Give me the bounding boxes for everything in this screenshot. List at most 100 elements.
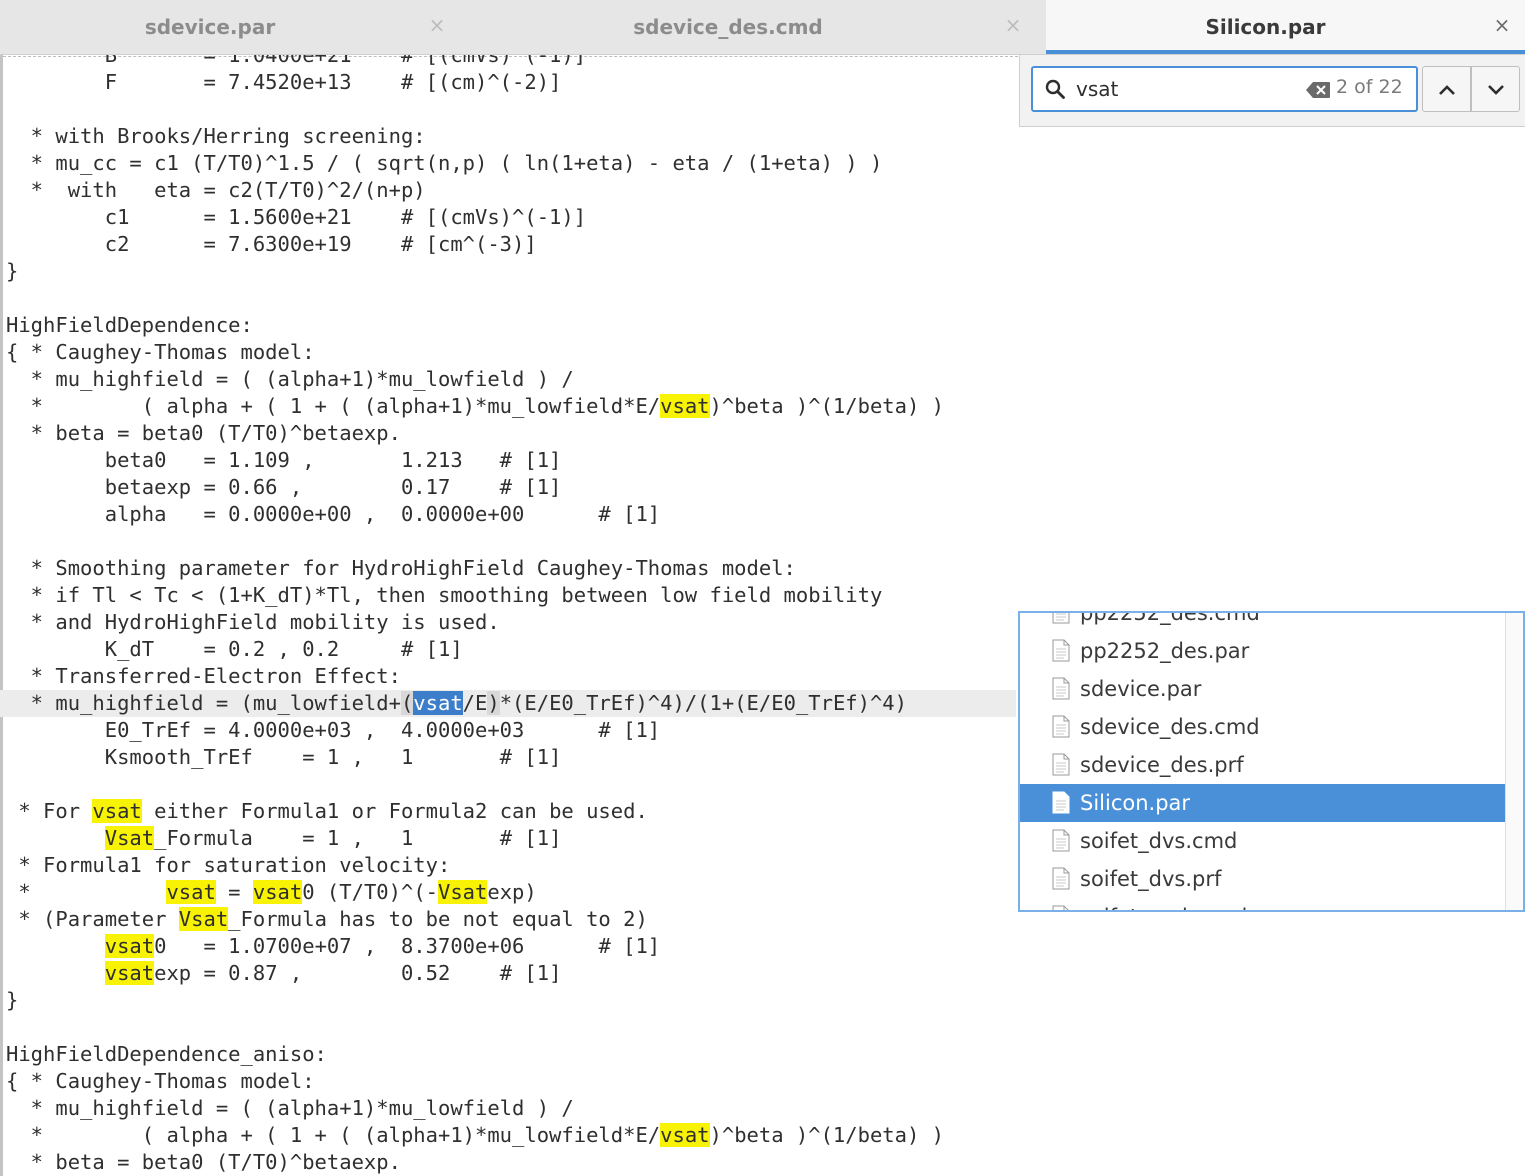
code-line[interactable]: * mu_highfield = ( (alpha+1)*mu_lowfield… — [6, 1095, 1016, 1122]
document-list-item[interactable]: sdevice_des.cmd — [1020, 708, 1508, 746]
close-icon[interactable]: × — [426, 14, 448, 36]
code-line[interactable]: * ( alpha + ( 1 + ( (alpha+1)*mu_lowfiel… — [6, 1122, 1016, 1149]
code-line[interactable]: * and HydroHighField mobility is used. — [6, 609, 1016, 636]
matching-bracket: ) — [487, 691, 500, 715]
code-line[interactable]: * mu_highfield = ( (alpha+1)*mu_lowfield… — [6, 366, 1016, 393]
document-list-item-label: soifet_mob.cmd — [1080, 898, 1247, 910]
code-line[interactable]: B = 1.0400e+21 # [(cmVs)^(-1)] — [6, 55, 1016, 69]
code-line[interactable]: * mu_highfield = (mu_lowfield+(vsat/E)*(… — [0, 690, 1016, 717]
document-list-item[interactable]: sdevice.par — [1020, 670, 1508, 708]
code-text: * Transferred-Electron Effect: — [6, 664, 401, 688]
code-line[interactable]: Vsat_Formula = 1 , 1 # [1] — [6, 825, 1016, 852]
code-line[interactable]: K_dT = 0.2 , 0.2 # [1] — [6, 636, 1016, 663]
code-line[interactable]: F = 7.4520e+13 # [(cm)^(-2)] — [6, 69, 1016, 96]
code-text: )^beta )^(1/beta) ) — [709, 1123, 945, 1147]
tab-label[interactable]: sdevice_des.cmd — [460, 0, 996, 54]
code-line[interactable]: { * Caughey-Thomas model: — [6, 339, 1016, 366]
code-line[interactable] — [6, 96, 1016, 123]
code-line[interactable] — [6, 285, 1016, 312]
code-text: } — [6, 259, 19, 283]
code-line[interactable]: * with Brooks/Herring screening: — [6, 123, 1016, 150]
code-line[interactable]: vsatexp = 0.87 , 0.52 # [1] — [6, 960, 1016, 987]
tab-label[interactable]: Silicon.par — [1046, 0, 1485, 54]
code-text: { * Caughey-Thomas model: — [6, 340, 315, 364]
search-match: vsat — [252, 880, 303, 904]
next-match-button[interactable] — [1471, 66, 1520, 112]
search-match: Vsat — [178, 907, 229, 931]
code-text: * mu_cc = c1 (T/T0)^1.5 / ( sqrt(n,p) ( … — [6, 151, 883, 175]
code-text: exp) — [487, 880, 537, 904]
document-list-item[interactable]: soifet_dvs.prf — [1020, 860, 1508, 898]
document-icon — [1052, 829, 1070, 852]
code-line[interactable]: c2 = 7.6300e+19 # [cm^(-3)] — [6, 231, 1016, 258]
code-line[interactable]: * (Parameter Vsat_Formula has to be not … — [6, 906, 1016, 933]
code-line[interactable]: * if Tl < Tc < (1+K_dT)*Tl, then smoothi… — [6, 582, 1016, 609]
find-bar: 2 of 22 — [1019, 55, 1525, 127]
code-text: * (Parameter — [6, 907, 179, 931]
search-match: vsat — [104, 961, 155, 985]
code-line[interactable]: betaexp = 0.66 , 0.17 # [1] — [6, 474, 1016, 501]
code-text: c2 = 7.6300e+19 # [cm^(-3)] — [6, 232, 537, 256]
document-list-item-label: pp2252_des.cmd — [1080, 611, 1260, 625]
code-text: * with Brooks/Herring screening: — [6, 124, 426, 148]
code-text: * with eta = c2(T/T0)^2/(n+p) — [6, 178, 426, 202]
code-text: * Formula1 for saturation velocity: — [6, 853, 451, 877]
scrollbar[interactable] — [1505, 613, 1523, 910]
code-line[interactable]: * beta = beta0 (T/T0)^betaexp. — [6, 1149, 1016, 1176]
find-field[interactable]: 2 of 22 — [1031, 66, 1418, 112]
code-line[interactable]: * ( alpha + ( 1 + ( (alpha+1)*mu_lowfiel… — [6, 393, 1016, 420]
code-line[interactable] — [6, 1014, 1016, 1041]
document-list-item[interactable]: soifet_mob.cmd — [1020, 898, 1508, 910]
code-line[interactable]: * Transferred-Electron Effect: — [6, 663, 1016, 690]
document-list-item-label: soifet_dvs.cmd — [1080, 829, 1238, 853]
tab-sdevice-par[interactable]: sdevice.par × — [0, 0, 460, 54]
document-icon — [1052, 905, 1069, 910]
code-line[interactable]: { * Caughey-Thomas model: — [6, 1068, 1016, 1095]
code-text: beta0 = 1.109 , 1.213 # [1] — [6, 448, 562, 472]
code-line[interactable]: } — [6, 987, 1016, 1014]
code-line[interactable]: c1 = 1.5600e+21 # [(cmVs)^(-1)] — [6, 204, 1016, 231]
code-text: *(E/E0_TrEf)^4)/(1+(E/E0_TrEf)^4) — [499, 691, 907, 715]
code-view[interactable]: B = 1.0400e+21 # [(cmVs)^(-1)] F = 7.452… — [0, 55, 1016, 1176]
code-line[interactable]: * with eta = c2(T/T0)^2/(n+p) — [6, 177, 1016, 204]
code-line[interactable]: HighFieldDependence: — [6, 312, 1016, 339]
search-icon — [1045, 79, 1065, 99]
document-list-item[interactable]: Silicon.par — [1020, 784, 1508, 822]
close-icon[interactable]: × — [1491, 14, 1513, 36]
code-line[interactable]: * vsat = vsat0 (T/T0)^(-Vsatexp) — [6, 879, 1016, 906]
code-text: * mu_highfield = ( (alpha+1)*mu_lowfield… — [6, 1096, 574, 1120]
code-line[interactable]: * Smoothing parameter for HydroHighField… — [6, 555, 1016, 582]
code-text: * ( alpha + ( 1 + ( (alpha+1)*mu_lowfiel… — [6, 1123, 661, 1147]
document-list-item[interactable]: pp2252_des.par — [1020, 632, 1508, 670]
code-line[interactable]: } — [6, 258, 1016, 285]
close-icon[interactable]: × — [1002, 14, 1024, 36]
tab-sdevice-des-cmd[interactable]: sdevice_des.cmd × — [460, 0, 1036, 54]
code-line[interactable]: * For vsat either Formula1 or Formula2 c… — [6, 798, 1016, 825]
code-line[interactable]: HighFieldDependence_aniso: — [6, 1041, 1016, 1068]
code-line[interactable]: * Formula1 for saturation velocity: — [6, 852, 1016, 879]
search-match: Vsat — [104, 826, 155, 850]
code-line[interactable] — [6, 771, 1016, 798]
code-line[interactable]: * beta = beta0 (T/T0)^betaexp. — [6, 420, 1016, 447]
code-line[interactable]: E0_TrEf = 4.0000e+03 , 4.0000e+03 # [1] — [6, 717, 1016, 744]
search-input[interactable] — [1076, 77, 1286, 101]
code-line[interactable]: * mu_cc = c1 (T/T0)^1.5 / ( sqrt(n,p) ( … — [6, 150, 1016, 177]
document-list-item[interactable]: sdevice_des.prf — [1020, 746, 1508, 784]
tab-label[interactable]: sdevice.par — [0, 0, 420, 54]
code-line[interactable]: alpha = 0.0000e+00 , 0.0000e+00 # [1] — [6, 501, 1016, 528]
document-list-item-label: sdevice_des.prf — [1080, 753, 1244, 777]
code-line[interactable] — [6, 528, 1016, 555]
code-line[interactable]: beta0 = 1.109 , 1.213 # [1] — [6, 447, 1016, 474]
code-text: * ( alpha + ( 1 + ( (alpha+1)*mu_lowfiel… — [6, 394, 661, 418]
code-text: F = 7.4520e+13 # [(cm)^(-2)] — [6, 70, 562, 94]
document-list-item[interactable]: pp2252_des.cmd — [1020, 611, 1508, 632]
tab-silicon-par[interactable]: Silicon.par × — [1046, 0, 1525, 54]
code-line[interactable]: Ksmooth_TrEf = 1 , 1 # [1] — [6, 744, 1016, 771]
document-icon — [1052, 613, 1070, 624]
clear-icon[interactable] — [1305, 81, 1331, 99]
code-line[interactable]: vsat0 = 1.0700e+07 , 8.3700e+06 # [1] — [6, 933, 1016, 960]
code-text: betaexp = 0.66 , 0.17 # [1] — [6, 475, 562, 499]
document-list-item[interactable]: soifet_dvs.cmd — [1020, 822, 1508, 860]
previous-match-button[interactable] — [1422, 66, 1471, 112]
